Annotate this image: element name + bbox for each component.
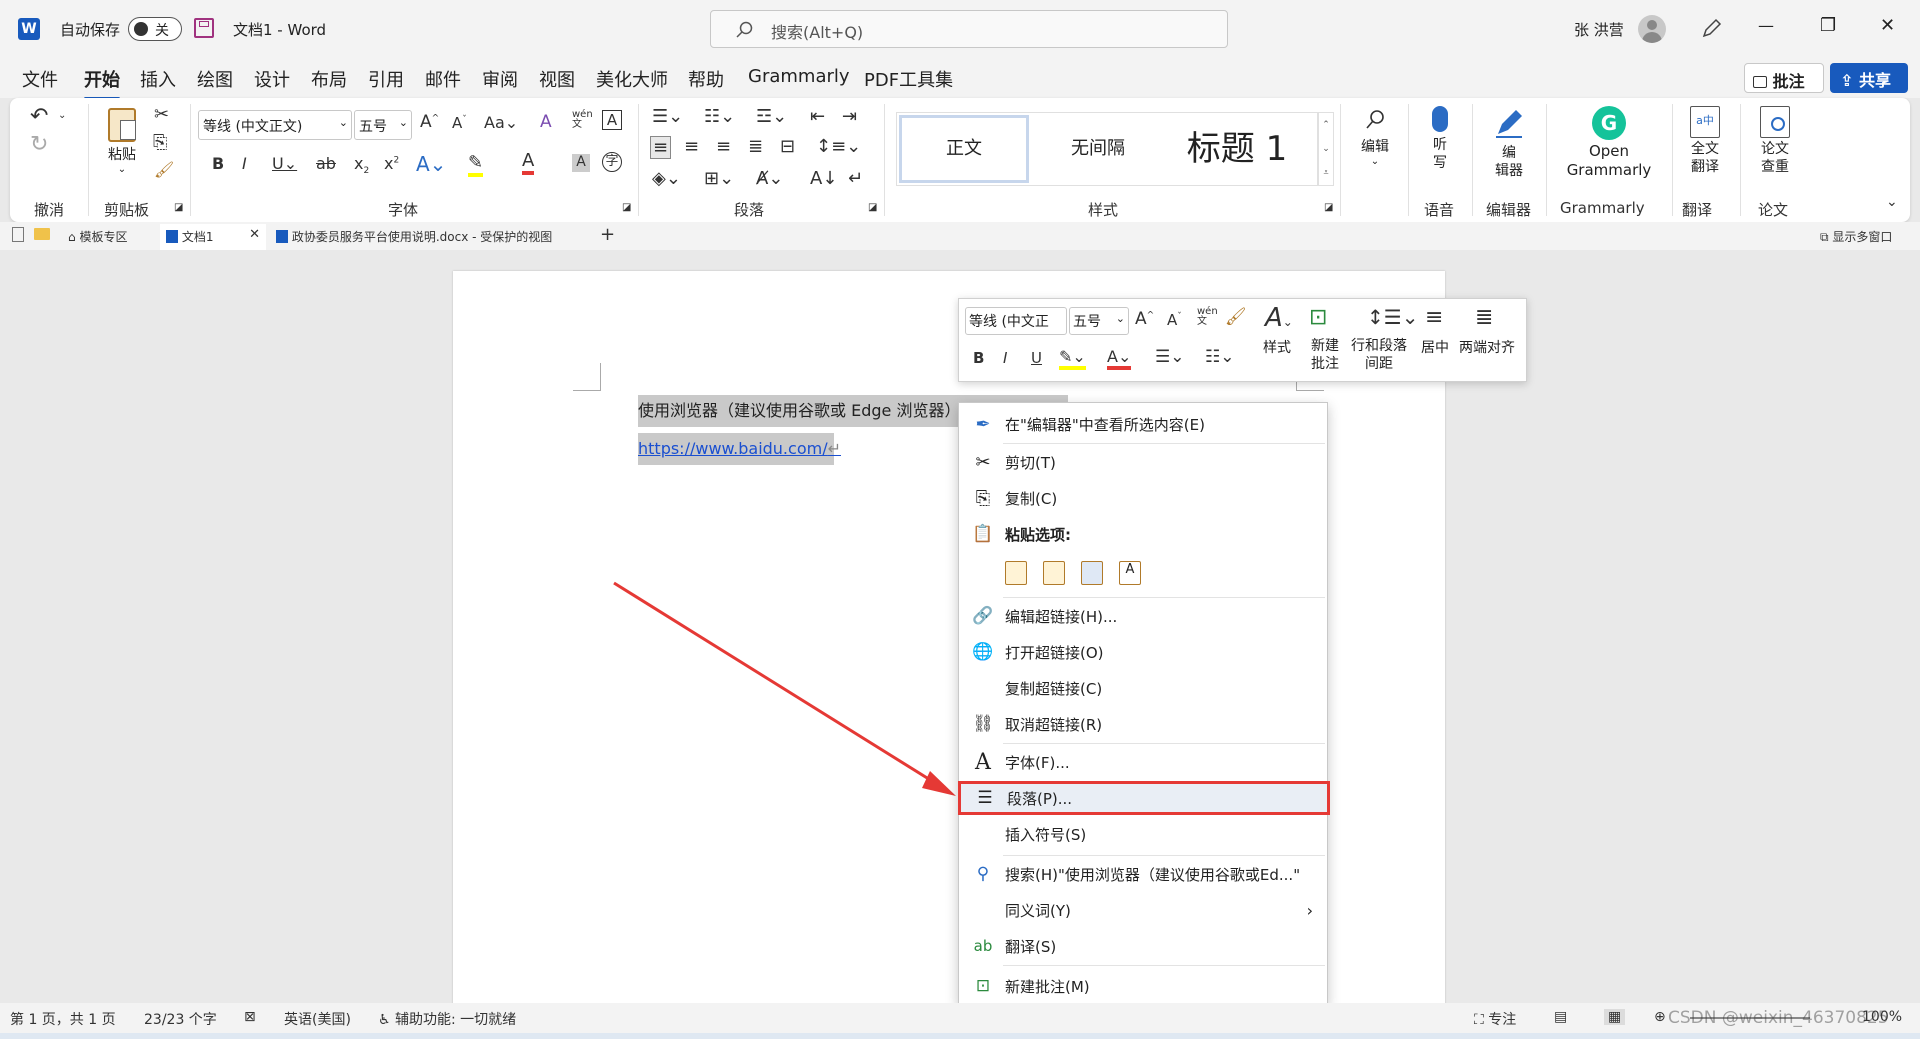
mini-highlight-icon[interactable]: ✎⌄	[1059, 347, 1086, 370]
menu-item-open-hyperlink[interactable]: 🌐 打开超链接(O)	[959, 635, 1327, 669]
focus-icon: ⛶	[1474, 1012, 1484, 1028]
paste-merge-format-icon[interactable]	[1043, 561, 1065, 585]
read-mode-icon[interactable]: ▤	[1554, 1009, 1567, 1025]
page-count[interactable]: 第 1 页，共 1 页	[10, 1009, 116, 1029]
menu-item-view-in-editor[interactable]: ✒ 在"编辑器"中查看所选内容(E)	[959, 407, 1327, 441]
mini-grow-font-icon[interactable]: A^	[1135, 309, 1154, 329]
chevron-right-icon: ›	[1306, 900, 1313, 920]
watermark: CSDN @weixin_46370825	[1668, 1008, 1889, 1028]
mini-font-name-combo[interactable]: 等线 (中文正	[965, 307, 1067, 335]
mini-font-color-icon[interactable]: A⌄	[1107, 347, 1132, 370]
menu-item-insert-symbol[interactable]: 插入符号(S)	[959, 817, 1327, 851]
menu-item-edit-hyperlink[interactable]: 🔗 编辑超链接(H)...	[959, 599, 1327, 633]
paste-picture-icon[interactable]	[1081, 561, 1103, 585]
unlink-icon: ⛓	[972, 714, 994, 734]
menu-item-label: 打开超链接(O)	[1005, 643, 1104, 662]
paragraph-icon: ☰	[977, 788, 993, 808]
mini-justify-label: 两端对齐	[1459, 340, 1515, 356]
menu-item-label: 粘贴选项:	[1005, 525, 1071, 544]
menu-item-label: 复制(C)	[1005, 489, 1058, 508]
menu-item-new-comment[interactable]: ⊡ 新建批注(M)	[959, 969, 1327, 1003]
mini-styles-icon[interactable]: A⌄	[1265, 303, 1293, 333]
mini-bullets-icon[interactable]: ☰⌄	[1155, 347, 1184, 367]
mini-new-comment-icon[interactable]: ⊡	[1309, 305, 1327, 330]
mini-line-spacing-icon[interactable]: ↕☰⌄	[1367, 305, 1418, 329]
mini-shrink-font-icon[interactable]: Aˇ	[1167, 311, 1182, 329]
taskbar-strip	[0, 1033, 1920, 1039]
mini-phonetic-icon[interactable]: wén 文	[1197, 307, 1218, 327]
search-icon: ⚲	[976, 864, 990, 884]
menu-item-label: 字体(F)...	[1005, 753, 1070, 772]
focus-label: 专注	[1488, 1012, 1517, 1028]
mini-new-comment-label: 新建 批注	[1311, 338, 1339, 372]
focus-mode[interactable]: ⛶ 专注	[1474, 1009, 1516, 1029]
menu-separator	[1003, 965, 1325, 966]
menu-item-synonyms[interactable]: 同义词(Y) ›	[959, 893, 1327, 927]
menu-item-label: 复制超链接(C)	[1005, 679, 1103, 698]
accessibility-icon: ♿	[378, 1012, 391, 1028]
language[interactable]: 英语(美国)	[284, 1009, 351, 1029]
menu-item-label: 同义词(Y)	[1005, 901, 1071, 920]
accessibility-label: 辅助功能: 一切就绪	[395, 1012, 517, 1028]
context-menu: ✒ 在"编辑器"中查看所选内容(E) ✂ 剪切(T) ⎘ 复制(C) 📋 粘贴选项: A…	[958, 402, 1330, 1006]
paste-icon: 📋	[972, 524, 994, 544]
mini-center-icon[interactable]: ≡	[1425, 305, 1443, 330]
menu-separator	[1003, 443, 1325, 444]
accessibility-status[interactable]: ♿ 辅助功能: 一切就绪	[378, 1009, 516, 1029]
menu-item-copy-hyperlink[interactable]: 复制超链接(C)	[959, 671, 1327, 705]
menu-separator	[1003, 597, 1325, 598]
mini-toolbar: 等线 (中文正 五号 ⌄ A^ Aˇ wén 文 🖌 A⌄ 样式 ⊡ 新建 批注 ↕…	[958, 298, 1527, 382]
copy-icon: ⎘	[975, 487, 991, 509]
mini-format-painter-icon[interactable]: 🖌	[1225, 307, 1247, 327]
scissors-icon: ✂	[975, 451, 991, 473]
mini-underline-icon[interactable]: U	[1031, 349, 1042, 367]
proofing-icon[interactable]: ⊠	[244, 1009, 256, 1025]
menu-item-translate[interactable]: ab 翻译(S)	[959, 929, 1327, 963]
mini-bold-icon[interactable]: B	[973, 349, 984, 367]
menu-item-label: 插入符号(S)	[1005, 825, 1087, 844]
web-layout-icon[interactable]: ⊕	[1654, 1009, 1666, 1025]
mini-font-name-value: 等线 (中文正	[969, 314, 1049, 330]
chevron-down-icon: ⌄	[1115, 312, 1125, 325]
translate-icon: ab	[973, 937, 993, 955]
menu-item-copy[interactable]: ⎘ 复制(C)	[959, 481, 1327, 515]
mini-italic-icon[interactable]: I	[1003, 349, 1007, 367]
paste-keep-source-icon[interactable]	[1005, 561, 1027, 585]
mini-center-label: 居中	[1421, 340, 1449, 356]
mini-justify-icon[interactable]: ≣	[1475, 305, 1493, 330]
status-bar: 第 1 页，共 1 页 23/23 个字 ⊠ 英语(美国) ♿ 辅助功能: 一切…	[0, 1003, 1920, 1033]
menu-item-remove-hyperlink[interactable]: ⛓ 取消超链接(R)	[959, 707, 1327, 741]
print-layout-icon[interactable]: ▦	[1604, 1009, 1626, 1025]
menu-item-font[interactable]: A 字体(F)...	[959, 745, 1327, 779]
mini-styles-label: 样式	[1263, 340, 1291, 356]
menu-separator	[1003, 855, 1325, 856]
menu-separator	[1003, 743, 1325, 744]
paste-text-only-icon[interactable]: A	[1119, 561, 1141, 585]
editor-icon: ✒	[975, 413, 991, 435]
mini-numbering-icon[interactable]: ☷⌄	[1205, 347, 1234, 367]
menu-item-paste-options: 📋 粘贴选项:	[959, 517, 1327, 551]
menu-item-label: 在"编辑器"中查看所选内容(E)	[1005, 415, 1205, 434]
menu-item-label: 剪切(T)	[1005, 453, 1056, 472]
menu-item-label: 编辑超链接(H)...	[1005, 607, 1118, 626]
mini-font-size-combo[interactable]: 五号 ⌄	[1069, 307, 1129, 335]
menu-item-search[interactable]: ⚲ 搜索(H)"使用浏览器（建议使用谷歌或Ed..."	[959, 857, 1327, 891]
menu-item-cut[interactable]: ✂ 剪切(T)	[959, 445, 1327, 479]
mini-font-size-value: 五号	[1073, 314, 1101, 330]
menu-item-label: 段落(P)...	[1007, 789, 1073, 808]
menu-item-label: 搜索(H)"使用浏览器（建议使用谷歌或Ed..."	[1005, 865, 1301, 884]
new-comment-icon: ⊡	[975, 976, 991, 996]
font-icon: A	[975, 749, 991, 775]
mini-line-spacing-label: 行和段落 间距	[1351, 338, 1407, 372]
menu-item-paragraph[interactable]: ☰ 段落(P)...	[958, 781, 1330, 815]
menu-item-label: 新建批注(M)	[1005, 977, 1090, 996]
globe-link-icon: 🌐	[972, 642, 994, 662]
paste-options-row: A	[1005, 559, 1145, 587]
link-icon: 🔗	[972, 606, 994, 626]
menu-item-label: 取消超链接(R)	[1005, 715, 1103, 734]
menu-item-label: 翻译(S)	[1005, 937, 1057, 956]
word-count[interactable]: 23/23 个字	[144, 1009, 217, 1029]
